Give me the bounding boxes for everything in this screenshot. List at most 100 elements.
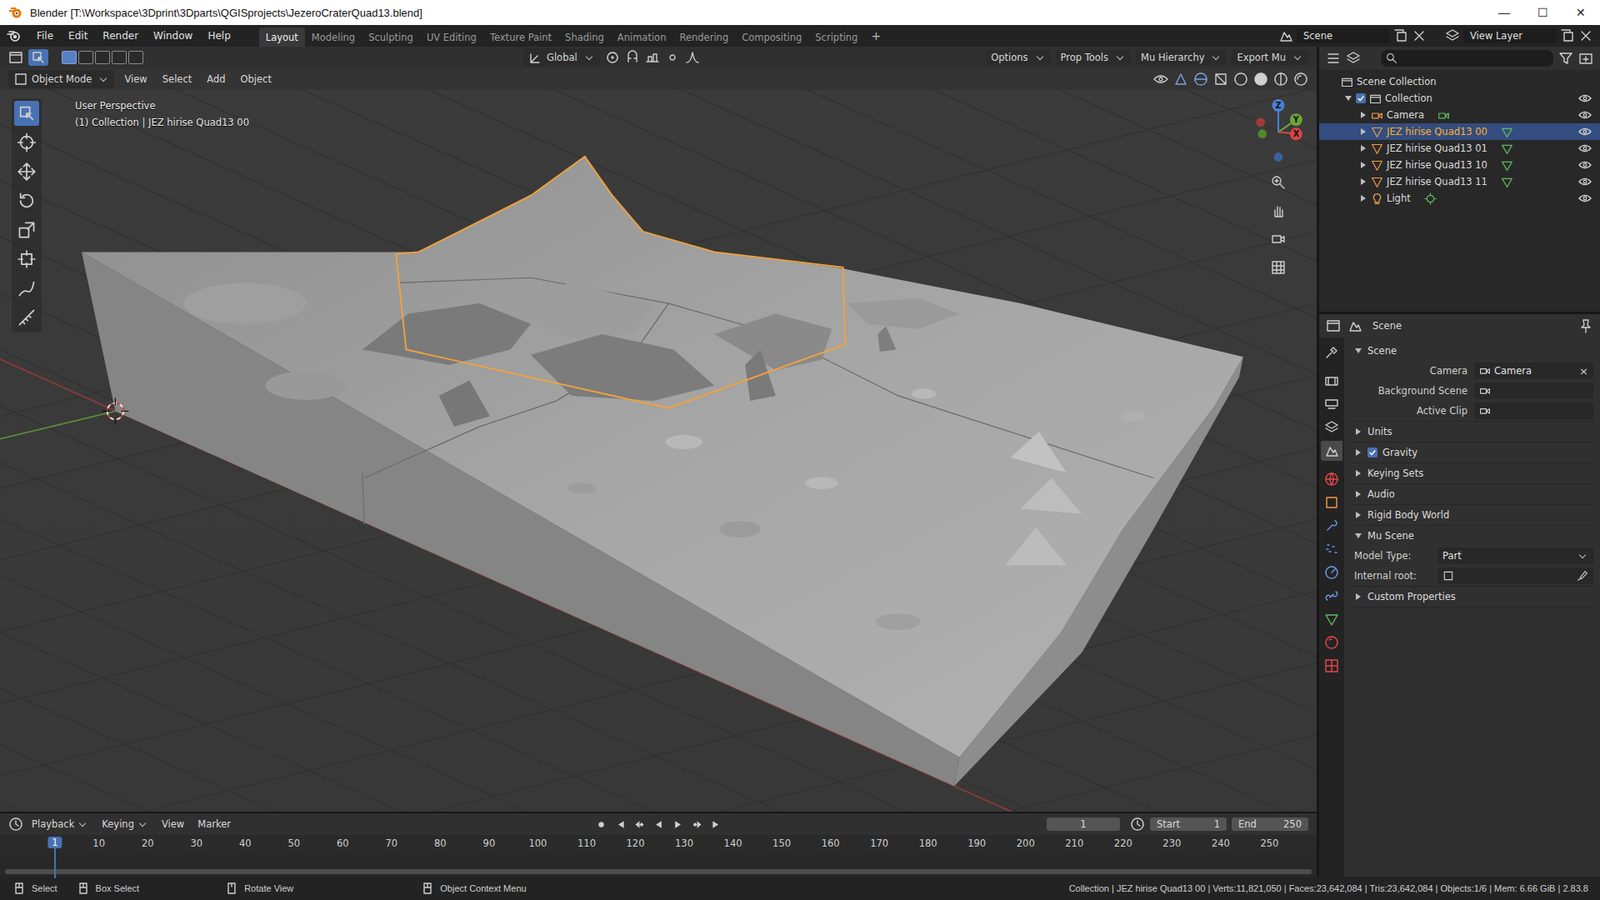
jump-end-button[interactable] <box>707 817 725 832</box>
workspace-tab[interactable]: Texture Paint <box>483 27 559 47</box>
properties-tab[interactable] <box>1320 539 1343 560</box>
window-control-button[interactable]: ✕ <box>1561 0 1600 25</box>
mesh-data-icon[interactable] <box>1500 125 1514 139</box>
panel-header[interactable]: Mu Scene <box>1350 525 1594 546</box>
tool-button[interactable] <box>14 305 40 330</box>
selection-mode-button[interactable] <box>78 50 94 65</box>
outliner-row[interactable]: Collection <box>1319 90 1600 107</box>
overlay-icon[interactable] <box>1193 71 1209 87</box>
viewport-menu[interactable]: Add <box>201 71 230 87</box>
clear-button[interactable]: × <box>1579 365 1589 378</box>
workspace-tab[interactable]: Compositing <box>735 27 809 47</box>
selection-mode-button[interactable] <box>111 50 127 65</box>
object-picker-field[interactable] <box>1437 567 1594 585</box>
panel-header[interactable]: Gravity <box>1350 442 1594 463</box>
properties-tab[interactable] <box>1320 469 1343 490</box>
view-layer-icon[interactable] <box>1445 28 1460 44</box>
editor-type-icon[interactable] <box>8 816 24 832</box>
outliner-row[interactable]: JEZ hirise Quad13 00 <box>1319 123 1600 140</box>
snap-target-icon[interactable] <box>645 50 660 65</box>
wireframe-shading-icon[interactable] <box>1233 71 1249 87</box>
tool-button[interactable] <box>14 188 40 214</box>
scene-selector[interactable]: Scene <box>1296 28 1390 44</box>
timeline-menu[interactable]: View <box>156 816 190 832</box>
blender-menu-icon[interactable] <box>6 28 22 44</box>
rendered-shading-icon[interactable] <box>1293 71 1309 87</box>
timeline-scrollbar[interactable] <box>0 868 1317 877</box>
expand-arrow-icon[interactable] <box>1359 110 1368 120</box>
close-icon[interactable] <box>1411 28 1427 44</box>
perspective-toggle-button[interactable] <box>1267 256 1290 279</box>
close-icon[interactable] <box>1578 28 1594 44</box>
main-menu-item[interactable]: Render <box>95 27 145 45</box>
camera-data-icon[interactable] <box>1437 109 1450 122</box>
light-data-icon[interactable] <box>1424 192 1437 205</box>
properties-tab[interactable] <box>1320 342 1343 363</box>
expand-arrow-icon[interactable] <box>1359 177 1368 186</box>
mesh-data-icon[interactable] <box>1500 142 1514 155</box>
properties-tab[interactable] <box>1320 492 1343 513</box>
eyedropper-icon[interactable] <box>1576 570 1589 582</box>
selection-mode-button[interactable] <box>95 50 110 65</box>
tool-button[interactable] <box>14 100 40 126</box>
viewport-menu[interactable]: Select <box>157 71 197 87</box>
eye-icon[interactable] <box>1578 191 1592 205</box>
scene-icon[interactable] <box>1278 28 1294 44</box>
exclude-checkbox[interactable] <box>1355 93 1366 104</box>
header-dropdown[interactable]: Prop Tools <box>1055 50 1132 65</box>
main-menu-item[interactable]: Window <box>146 27 200 45</box>
window-control-button[interactable]: ☐ <box>1523 0 1562 25</box>
new-collection-icon[interactable] <box>1578 50 1594 66</box>
start-frame-field[interactable]: Start1 <box>1150 817 1227 831</box>
timeline-menu[interactable]: Marker <box>192 816 236 832</box>
main-menu-item[interactable]: Help <box>200 27 237 45</box>
pin-icon[interactable] <box>1578 318 1594 334</box>
header-dropdown[interactable]: Options <box>985 50 1050 65</box>
workspace-tab[interactable]: Sculpting <box>361 27 420 47</box>
eye-icon[interactable] <box>1578 175 1592 189</box>
workspace-tab[interactable]: Layout <box>259 27 305 47</box>
viewport-menu[interactable]: Object <box>235 71 277 87</box>
current-frame-indicator[interactable]: 1 <box>47 836 62 849</box>
workspace-tab[interactable]: Animation <box>610 27 674 47</box>
outliner-search-field[interactable] <box>1380 50 1554 67</box>
terrain-scene[interactable] <box>0 46 1317 812</box>
properties-tab[interactable] <box>1320 655 1343 676</box>
frame-ruler[interactable]: 1102030405060708090100110120130140150160… <box>0 835 1317 854</box>
properties-tab[interactable] <box>1320 609 1343 630</box>
panel-header[interactable]: Units <box>1350 421 1594 442</box>
properties-tab[interactable] <box>1320 515 1343 536</box>
pivot-icon[interactable] <box>605 50 620 65</box>
navigation-gizmo[interactable]: ZYX <box>1251 98 1305 165</box>
outliner-row[interactable]: Light <box>1319 190 1600 207</box>
eye-icon[interactable] <box>1578 125 1592 139</box>
properties-tab[interactable] <box>1320 370 1343 391</box>
eye-icon[interactable] <box>1578 158 1592 172</box>
editor-type-icon[interactable] <box>1325 50 1341 66</box>
editor-type-icon[interactable] <box>1325 318 1341 334</box>
header-dropdown[interactable]: Mu Hierarchy <box>1135 50 1227 65</box>
outliner-row[interactable]: Camera <box>1319 106 1600 124</box>
play-reverse-button[interactable] <box>650 817 668 832</box>
window-control-button[interactable]: — <box>1485 0 1524 25</box>
tool-button[interactable] <box>14 217 40 243</box>
editor-type-icon[interactable] <box>8 50 24 65</box>
copy-icon[interactable] <box>1393 28 1409 44</box>
viewport-menu[interactable]: View <box>119 71 152 87</box>
solid-shading-icon[interactable] <box>1253 71 1269 87</box>
next-key-button[interactable] <box>688 817 706 832</box>
eye-icon[interactable] <box>1578 141 1592 155</box>
timeline-menu[interactable]: Playback <box>26 816 94 832</box>
transform-orientation-dropdown[interactable]: Global <box>523 48 600 67</box>
panel-header[interactable]: Rigid Body World <box>1350 505 1594 525</box>
panel-header[interactable]: Scene <box>1350 340 1594 361</box>
object-field[interactable] <box>1474 382 1594 400</box>
eye-icon[interactable] <box>1578 91 1592 105</box>
workspace-tab[interactable]: Scripting <box>808 27 865 47</box>
filter-icon[interactable] <box>1558 50 1574 66</box>
current-frame-field[interactable]: 1 <box>1046 817 1120 831</box>
properties-tab[interactable] <box>1320 417 1343 438</box>
visibility-icon[interactable] <box>1153 71 1169 87</box>
end-frame-field[interactable]: End250 <box>1231 817 1309 831</box>
clock-icon[interactable] <box>1130 816 1145 832</box>
